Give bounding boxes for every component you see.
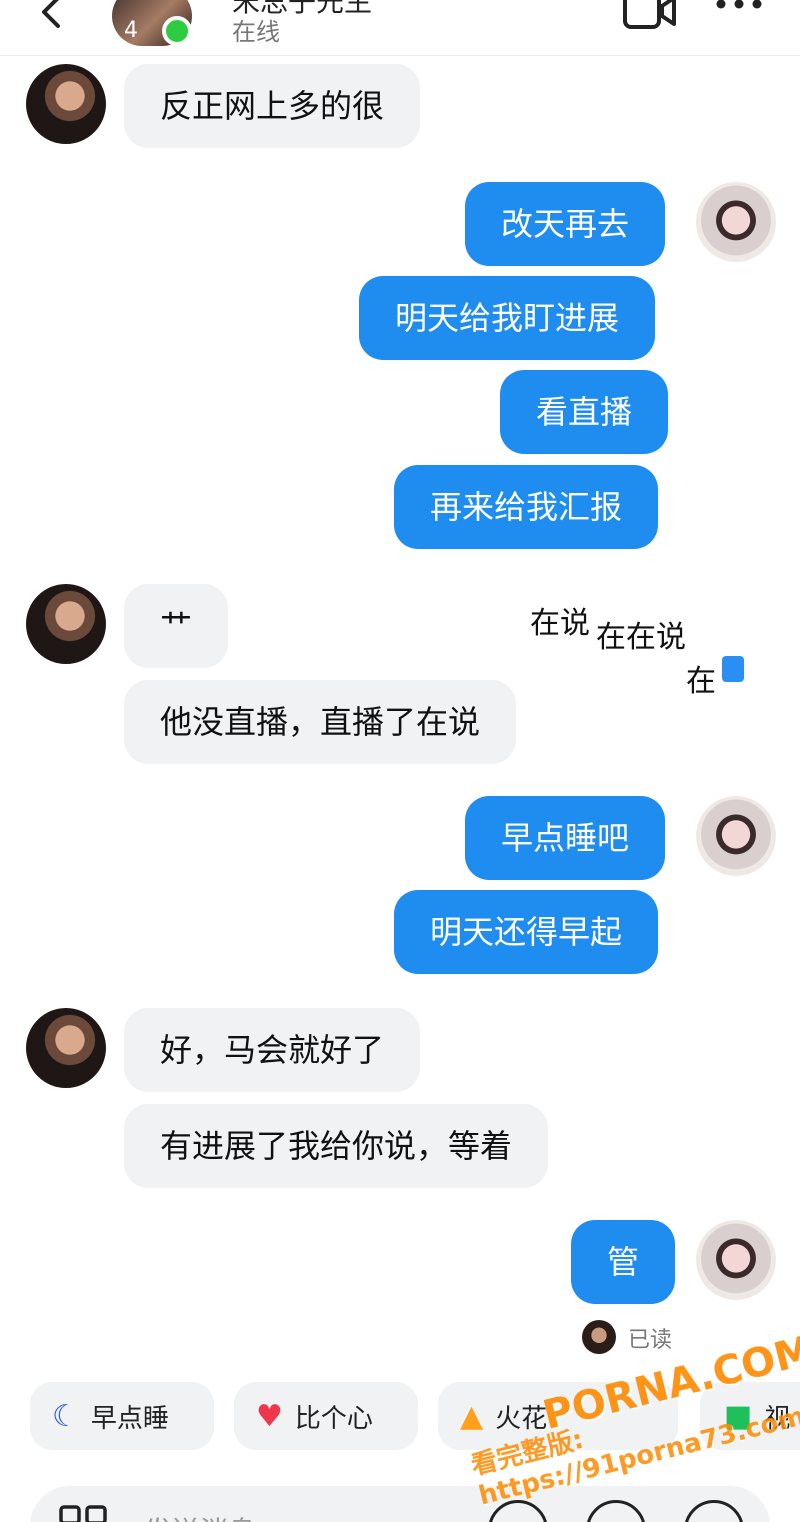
fire-icon: ▲ bbox=[460, 1398, 484, 1434]
message-bubble-outgoing[interactable]: 明天给我盯进展 bbox=[359, 276, 656, 360]
floating-text: 在在说 bbox=[596, 620, 686, 655]
message-bubble-incoming[interactable]: 反正网上多的很 bbox=[124, 64, 421, 148]
message-input[interactable]: 发送消息 bbox=[144, 1510, 256, 1522]
message-bubble-outgoing[interactable]: 明天还得早起 bbox=[394, 890, 659, 974]
read-receipt-avatar bbox=[582, 1320, 616, 1354]
top-bar: 4 宋总子先生 在线 bbox=[0, 0, 800, 56]
online-indicator bbox=[162, 16, 192, 46]
apps-icon[interactable] bbox=[58, 1504, 110, 1522]
avatar-badge: 4 bbox=[124, 18, 138, 43]
message-bubble-outgoing[interactable]: 早点睡吧 bbox=[465, 796, 666, 880]
message-input-bar bbox=[30, 1486, 770, 1522]
message-bubble-incoming[interactable]: 他没直播，直播了在说 bbox=[124, 680, 517, 764]
my-avatar[interactable] bbox=[696, 182, 776, 262]
message-bubble-outgoing[interactable]: 看直播 bbox=[500, 370, 669, 454]
quick-reply-chip[interactable]: ♥ 比个心 bbox=[234, 1382, 418, 1450]
quick-reply-label: 比个心 bbox=[294, 1403, 373, 1434]
more-options-icon[interactable] bbox=[714, 0, 764, 18]
sender-avatar[interactable] bbox=[26, 64, 106, 144]
video-call-icon[interactable] bbox=[622, 0, 678, 32]
quick-reply-chip[interactable]: ☾ 早点睡 bbox=[30, 1382, 214, 1450]
back-arrow-icon[interactable] bbox=[32, 0, 72, 34]
sender-avatar[interactable] bbox=[26, 584, 106, 664]
read-receipt-label: 已读 bbox=[628, 1328, 673, 1353]
message-bubble-outgoing[interactable]: 管 bbox=[571, 1220, 676, 1304]
message-bubble-outgoing[interactable]: 改天再去 bbox=[465, 182, 666, 266]
floating-text: 在 bbox=[686, 664, 716, 699]
floating-text: 在说 bbox=[530, 606, 590, 641]
message-bubble-incoming[interactable]: 艹 bbox=[124, 584, 229, 668]
message-bubble-outgoing[interactable]: 再来给我汇报 bbox=[394, 465, 659, 549]
message-bubble-incoming[interactable]: 好，马会就好了 bbox=[124, 1008, 421, 1092]
message-bubble-incoming[interactable]: 有进展了我给你说，等着 bbox=[124, 1104, 549, 1188]
contact-status: 在线 bbox=[232, 18, 280, 46]
floating-blue-mark bbox=[722, 656, 744, 682]
heart-icon: ♥ bbox=[256, 1398, 283, 1434]
my-avatar[interactable] bbox=[696, 796, 776, 876]
moon-icon: ☾ bbox=[52, 1398, 79, 1434]
quick-reply-label: 早点睡 bbox=[90, 1403, 169, 1434]
sender-avatar[interactable] bbox=[26, 1008, 106, 1088]
my-avatar[interactable] bbox=[696, 1220, 776, 1300]
